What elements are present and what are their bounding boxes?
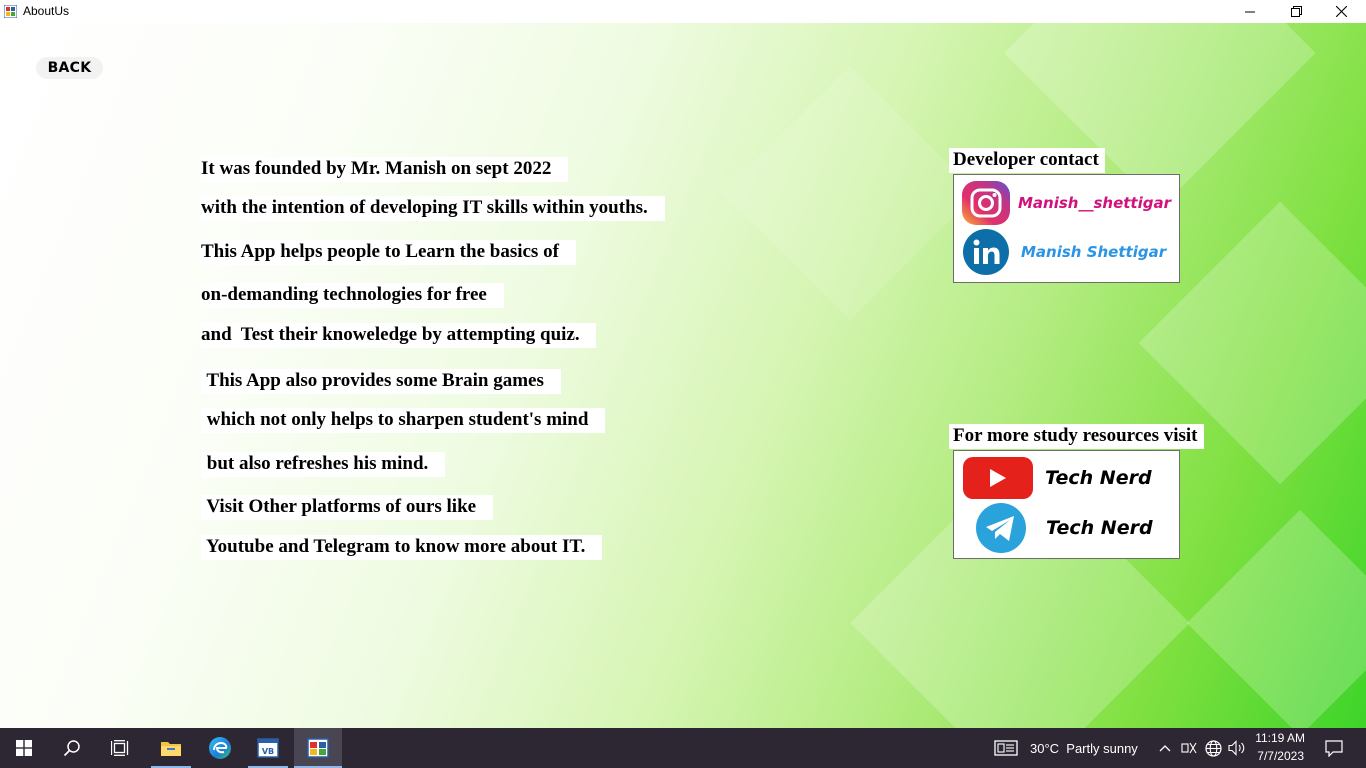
action-center-button[interactable] [1316, 728, 1352, 768]
about-line-7: which not only helps to sharpen student'… [201, 408, 606, 433]
task-view-icon [111, 740, 129, 756]
clock-time: 11:19 AM [1255, 731, 1305, 745]
input-indicator-button[interactable] [1177, 728, 1201, 768]
linkedin-icon [963, 229, 1009, 275]
youtube-link[interactable]: Tech Nerd [963, 457, 1152, 499]
developer-contact-heading: Developer contact [949, 148, 1105, 173]
visual-studio-button[interactable]: VB [244, 728, 292, 768]
study-resources-card: Tech Nerd Tech Nerd [953, 450, 1180, 559]
start-button[interactable] [0, 728, 48, 768]
task-view-button[interactable] [96, 728, 144, 768]
close-button[interactable] [1318, 0, 1364, 23]
aboutus-app-button[interactable] [294, 728, 342, 768]
weather-widget[interactable]: 30°C Partly sunny [994, 728, 1154, 768]
edge-icon [209, 737, 231, 759]
clock-button[interactable]: 11:19 AM 7/7/2023 [1250, 728, 1312, 768]
back-button[interactable]: BACK [36, 57, 103, 79]
developer-contact-card: Manish__shettigar Manish Shettigar [953, 174, 1180, 283]
about-line-3: This App helps people to Learn the basic… [200, 240, 576, 265]
visual-studio-icon: VB [257, 738, 279, 758]
clock-date: 7/7/2023 [1257, 749, 1304, 763]
about-line-10: Youtube and Telegram to know more about … [201, 535, 603, 560]
taskbar: VB 30°C Partly sunny 11:19 AM 7/7/2023 [0, 728, 1366, 768]
news-weather-icon [994, 740, 1018, 756]
about-line-5: and Test their knoweledge by attempting … [200, 323, 597, 348]
edge-button[interactable] [196, 728, 244, 768]
window-title: AboutUs [23, 4, 70, 18]
restore-icon [1290, 6, 1302, 17]
network-button[interactable] [1201, 728, 1225, 768]
weather-text: 30°C Partly sunny [1030, 741, 1138, 756]
search-button[interactable] [48, 728, 96, 768]
notifications-icon [1325, 739, 1343, 757]
about-line-4: on-demanding technologies for free [200, 283, 504, 308]
telegram-channel-name: Tech Nerd [1046, 517, 1153, 539]
chevron-up-icon [1159, 745, 1171, 752]
youtube-channel-name: Tech Nerd [1045, 467, 1152, 489]
linkedin-name: Manish Shettigar [1021, 243, 1167, 261]
svg-text:VB: VB [262, 747, 274, 756]
about-line-9: Visit Other platforms of ours like [201, 495, 493, 520]
background-shape [722, 65, 978, 321]
background-shape [1186, 509, 1366, 728]
instagram-icon [962, 181, 1010, 225]
restore-button[interactable] [1273, 0, 1319, 23]
search-icon [63, 740, 80, 757]
close-icon [1335, 6, 1347, 17]
title-bar: AboutUs [0, 0, 1366, 23]
volume-button[interactable] [1225, 728, 1249, 768]
minimize-icon [1245, 11, 1255, 12]
show-hidden-icons-button[interactable] [1154, 728, 1176, 768]
file-explorer-button[interactable] [147, 728, 195, 768]
about-line-6: This App also provides some Brain games [201, 369, 561, 394]
instagram-link[interactable]: Manish__shettigar [960, 181, 1171, 225]
about-line-1: It was founded by Mr. Manish on sept 202… [200, 157, 569, 182]
youtube-icon [963, 457, 1033, 499]
input-method-icon [1181, 742, 1197, 754]
speaker-icon [1228, 740, 1245, 756]
start-icon [16, 740, 32, 756]
instagram-handle: Manish__shettigar [1018, 194, 1171, 212]
app-icon [4, 5, 17, 18]
telegram-icon [976, 503, 1026, 553]
minimize-button[interactable] [1227, 0, 1273, 23]
globe-icon [1204, 739, 1222, 757]
telegram-link[interactable]: Tech Nerd [970, 503, 1153, 553]
study-resources-heading: For more study resources visit [949, 424, 1204, 449]
about-line-2: with the intention of developing IT skil… [200, 196, 665, 221]
file-explorer-icon [161, 742, 181, 756]
about-us-window-content: BACK It was founded by Mr. Manish on sep… [0, 23, 1366, 728]
linkedin-link[interactable]: Manish Shettigar [960, 229, 1166, 275]
aboutus-app-icon [307, 738, 329, 758]
about-line-8: but also refreshes his mind. [201, 452, 446, 477]
